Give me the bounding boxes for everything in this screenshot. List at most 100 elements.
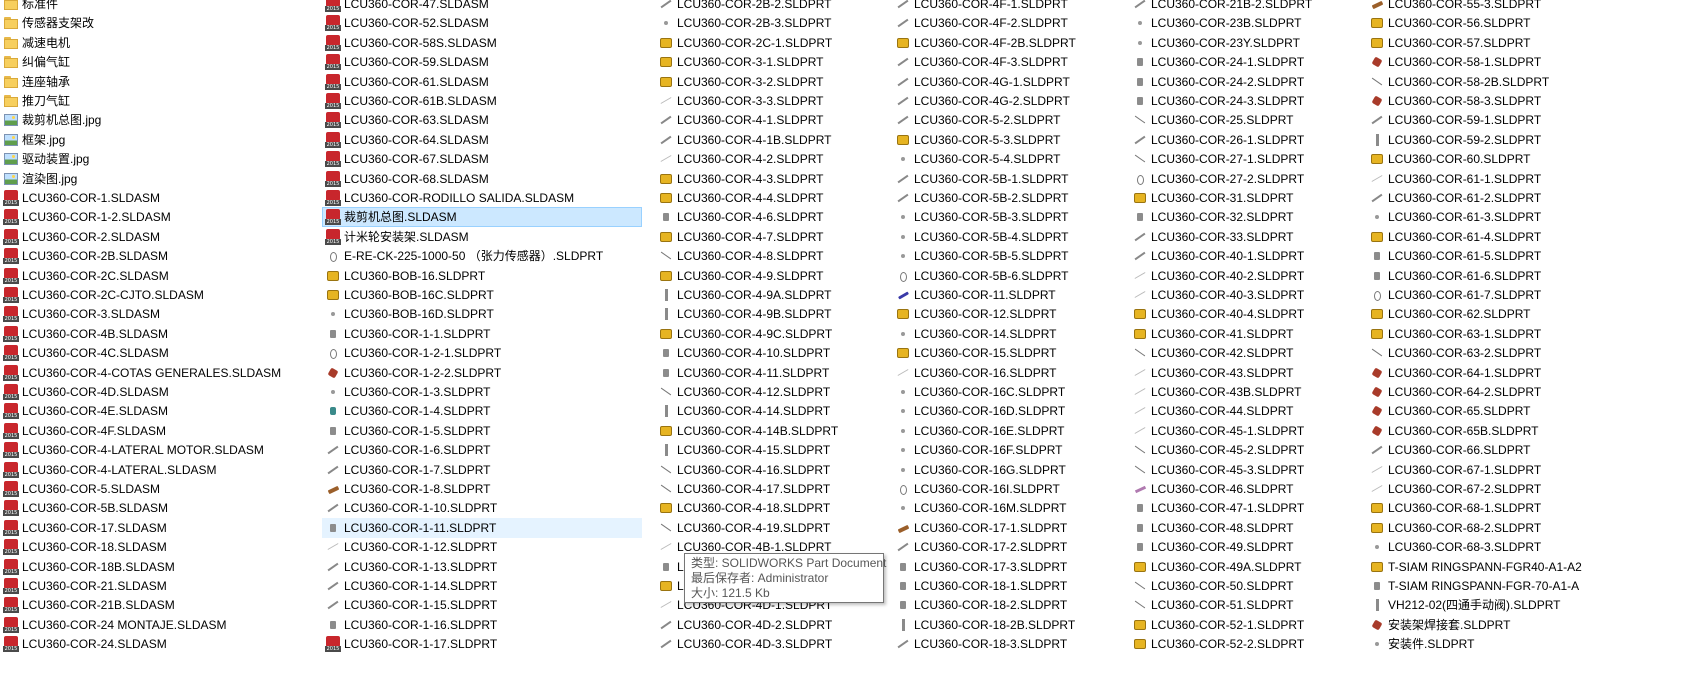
- file-item[interactable]: LCU360-COR-4D-3.SLDPRT: [655, 634, 888, 654]
- file-item[interactable]: LCU360-COR-65.SLDPRT: [1366, 401, 1686, 421]
- file-item[interactable]: LCU360-COR-61-2.SLDPRT: [1366, 188, 1686, 208]
- file-item[interactable]: LCU360-COR-21.SLDASM: [0, 576, 316, 596]
- file-item[interactable]: LCU360-COR-4F-2B.SLDPRT: [892, 33, 1125, 53]
- file-item[interactable]: LCU360-COR-42.SLDPRT: [1129, 343, 1362, 363]
- file-item[interactable]: 安装架焊接套.SLDPRT: [1366, 615, 1686, 635]
- file-item[interactable]: LCU360-COR-24-1.SLDPRT: [1129, 52, 1362, 72]
- file-item[interactable]: LCU360-COR-55-3.SLDPRT: [1366, 0, 1686, 14]
- file-item[interactable]: LCU360-COR-61-4.SLDPRT: [1366, 227, 1686, 247]
- file-item[interactable]: LCU360-COR-4-17.SLDPRT: [655, 479, 888, 499]
- file-item[interactable]: LCU360-COR-4B.SLDASM: [0, 324, 316, 344]
- file-item[interactable]: 裁剪机总图.jpg: [0, 110, 316, 130]
- file-item[interactable]: LCU360-COR-68-3.SLDPRT: [1366, 537, 1686, 557]
- file-item[interactable]: LCU360-COR-1-4.SLDPRT: [322, 401, 642, 421]
- file-item[interactable]: LCU360-COR-43.SLDPRT: [1129, 363, 1362, 383]
- file-item[interactable]: LCU360-COR-17-3.SLDPRT: [892, 557, 1125, 577]
- file-item[interactable]: LCU360-COR-12.SLDPRT: [892, 304, 1125, 324]
- file-item[interactable]: LCU360-COR-5-3.SLDPRT: [892, 130, 1125, 150]
- file-item[interactable]: LCU360-COR-62.SLDPRT: [1366, 304, 1686, 324]
- file-item[interactable]: LCU360-COR-4-14.SLDPRT: [655, 401, 888, 421]
- file-item[interactable]: LCU360-COR-5-4.SLDPRT: [892, 149, 1125, 169]
- file-item[interactable]: LCU360-COR-24-3.SLDPRT: [1129, 91, 1362, 111]
- file-item[interactable]: LCU360-COR-4-8.SLDPRT: [655, 246, 888, 266]
- file-item[interactable]: 纠偏气缸: [0, 52, 316, 72]
- file-item[interactable]: LCU360-COR-4-2.SLDPRT: [655, 149, 888, 169]
- file-item[interactable]: LCU360-COR-48.SLDPRT: [1129, 518, 1362, 538]
- file-item[interactable]: LCU360-COR-61-3.SLDPRT: [1366, 207, 1686, 227]
- file-item[interactable]: LCU360-COR-5B-1.SLDPRT: [892, 169, 1125, 189]
- file-item[interactable]: LCU360-COR-16.SLDPRT: [892, 363, 1125, 383]
- file-item[interactable]: LCU360-COR-2.SLDASM: [0, 227, 316, 247]
- file-item[interactable]: LCU360-COR-21B.SLDASM: [0, 595, 316, 615]
- file-item[interactable]: 裁剪机总图.SLDASM: [322, 207, 642, 227]
- file-item[interactable]: LCU360-COR-40-4.SLDPRT: [1129, 304, 1362, 324]
- file-item[interactable]: 传感器支架改: [0, 13, 316, 33]
- file-item[interactable]: LCU360-COR-4-1B.SLDPRT: [655, 130, 888, 150]
- file-item[interactable]: LCU360-COR-24 MONTAJE.SLDASM: [0, 615, 316, 635]
- file-item[interactable]: LCU360-COR-4-9B.SLDPRT: [655, 304, 888, 324]
- file-item[interactable]: LCU360-COR-1-14.SLDPRT: [322, 576, 642, 596]
- file-item[interactable]: 推刀气缸: [0, 91, 316, 111]
- file-item[interactable]: LCU360-COR-4-14B.SLDPRT: [655, 421, 888, 441]
- file-item[interactable]: LCU360-COR-64-1.SLDPRT: [1366, 363, 1686, 383]
- file-item[interactable]: LCU360-COR-43B.SLDPRT: [1129, 382, 1362, 402]
- file-item[interactable]: LCU360-COR-27-1.SLDPRT: [1129, 149, 1362, 169]
- file-item[interactable]: LCU360-COR-4F-3.SLDPRT: [892, 52, 1125, 72]
- file-item[interactable]: LCU360-COR-61B.SLDASM: [322, 91, 642, 111]
- file-item[interactable]: LCU360-COR-58-2B.SLDPRT: [1366, 72, 1686, 92]
- file-item[interactable]: LCU360-COR-23Y.SLDPRT: [1129, 33, 1362, 53]
- file-item[interactable]: LCU360-COR-4-9C.SLDPRT: [655, 324, 888, 344]
- file-item[interactable]: LCU360-COR-25.SLDPRT: [1129, 110, 1362, 130]
- file-item[interactable]: LCU360-COR-5B-5.SLDPRT: [892, 246, 1125, 266]
- file-item[interactable]: LCU360-COR-1-8.SLDPRT: [322, 479, 642, 499]
- file-item[interactable]: LCU360-COR-18.SLDASM: [0, 537, 316, 557]
- file-item[interactable]: LCU360-COR-45-3.SLDPRT: [1129, 460, 1362, 480]
- file-item[interactable]: LCU360-BOB-16D.SLDPRT: [322, 304, 642, 324]
- file-item[interactable]: LCU360-COR-47.SLDASM: [322, 0, 642, 14]
- file-item[interactable]: LCU360-COR-4-18.SLDPRT: [655, 498, 888, 518]
- file-item[interactable]: LCU360-COR-17-1.SLDPRT: [892, 518, 1125, 538]
- file-item[interactable]: LCU360-COR-49A.SLDPRT: [1129, 557, 1362, 577]
- file-item[interactable]: LCU360-COR-67-2.SLDPRT: [1366, 479, 1686, 499]
- file-item[interactable]: 安装件.SLDPRT: [1366, 634, 1686, 654]
- file-item[interactable]: 渲染图.jpg: [0, 169, 316, 189]
- file-item[interactable]: LCU360-COR-1-16.SLDPRT: [322, 615, 642, 635]
- file-item[interactable]: LCU360-COR-1-17.SLDPRT: [322, 634, 642, 654]
- file-item[interactable]: LCU360-COR-4-1.SLDPRT: [655, 110, 888, 130]
- file-item[interactable]: LCU360-COR-57.SLDPRT: [1366, 33, 1686, 53]
- file-item[interactable]: LCU360-COR-47-1.SLDPRT: [1129, 498, 1362, 518]
- file-item[interactable]: LCU360-COR-61-6.SLDPRT: [1366, 266, 1686, 286]
- file-item[interactable]: LCU360-COR-5.SLDASM: [0, 479, 316, 499]
- file-item[interactable]: LCU360-COR-4-16.SLDPRT: [655, 460, 888, 480]
- file-item[interactable]: LCU360-COR-61-5.SLDPRT: [1366, 246, 1686, 266]
- file-item[interactable]: LCU360-COR-4-LATERAL.SLDASM: [0, 460, 316, 480]
- file-item[interactable]: LCU360-COR-64-2.SLDPRT: [1366, 382, 1686, 402]
- file-item[interactable]: LCU360-COR-4-15.SLDPRT: [655, 440, 888, 460]
- file-item[interactable]: LCU360-COR-4-19.SLDPRT: [655, 518, 888, 538]
- file-item[interactable]: LCU360-COR-16I.SLDPRT: [892, 479, 1125, 499]
- file-item[interactable]: LCU360-COR-16G.SLDPRT: [892, 460, 1125, 480]
- file-item[interactable]: LCU360-COR-45-1.SLDPRT: [1129, 421, 1362, 441]
- file-item[interactable]: LCU360-COR-63-2.SLDPRT: [1366, 343, 1686, 363]
- file-item[interactable]: LCU360-COR-24-2.SLDPRT: [1129, 72, 1362, 92]
- file-item[interactable]: LCU360-COR-58-3.SLDPRT: [1366, 91, 1686, 111]
- file-item[interactable]: LCU360-COR-1-3.SLDPRT: [322, 382, 642, 402]
- file-item[interactable]: LCU360-COR-4-4.SLDPRT: [655, 188, 888, 208]
- file-item[interactable]: LCU360-COR-1-2-1.SLDPRT: [322, 343, 642, 363]
- file-item[interactable]: LCU360-COR-60.SLDPRT: [1366, 149, 1686, 169]
- file-item[interactable]: LCU360-COR-16M.SLDPRT: [892, 498, 1125, 518]
- file-item[interactable]: LCU360-COR-65B.SLDPRT: [1366, 421, 1686, 441]
- file-item[interactable]: LCU360-COR-4D.SLDASM: [0, 382, 316, 402]
- file-item[interactable]: LCU360-COR-49.SLDPRT: [1129, 537, 1362, 557]
- file-item[interactable]: LCU360-COR-33.SLDPRT: [1129, 227, 1362, 247]
- file-item[interactable]: LCU360-COR-40-3.SLDPRT: [1129, 285, 1362, 305]
- file-item[interactable]: LCU360-COR-16F.SLDPRT: [892, 440, 1125, 460]
- file-item[interactable]: LCU360-COR-26-1.SLDPRT: [1129, 130, 1362, 150]
- file-item[interactable]: LCU360-COR-5-2.SLDPRT: [892, 110, 1125, 130]
- file-item[interactable]: LCU360-COR-4-COTAS GENERALES.SLDASM: [0, 363, 316, 383]
- file-item[interactable]: LCU360-COR-44.SLDPRT: [1129, 401, 1362, 421]
- file-item[interactable]: LCU360-COR-17.SLDASM: [0, 518, 316, 538]
- file-item[interactable]: LCU360-COR-27-2.SLDPRT: [1129, 169, 1362, 189]
- file-item[interactable]: LCU360-COR-3-1.SLDPRT: [655, 52, 888, 72]
- file-item[interactable]: LCU360-COR-4D-2.SLDPRT: [655, 615, 888, 635]
